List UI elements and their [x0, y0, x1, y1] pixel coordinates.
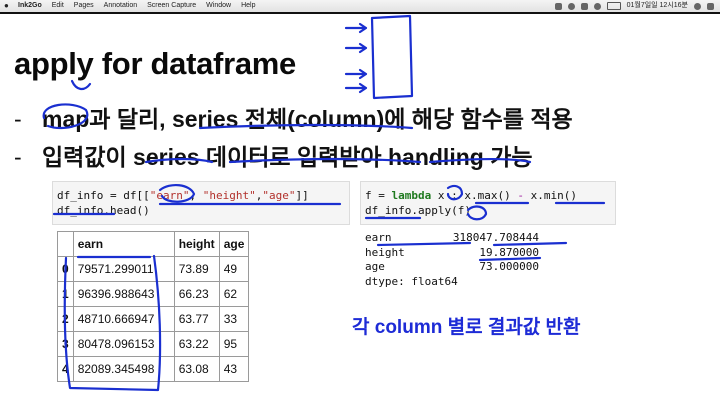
menu-app-name[interactable]: Ink2Go [18, 0, 42, 12]
cell-height: 63.08 [173, 356, 220, 382]
table-row: 4 82089.345498 63.08 43 [57, 356, 250, 382]
cell-age: 95 [218, 331, 250, 357]
battery-icon[interactable] [606, 2, 621, 10]
row-index: 3 [57, 331, 74, 357]
menu-clock[interactable]: 01월7일일 12시16분 [627, 0, 688, 12]
ink-arrow-stroke [344, 68, 368, 80]
code-string: "height" [202, 189, 256, 202]
code-token: x : x.max() [431, 189, 518, 202]
spotlight-search-icon[interactable] [694, 2, 701, 10]
menu-screen-capture[interactable]: Screen Capture [147, 0, 196, 12]
row-index: 4 [57, 356, 74, 382]
column-header-index [57, 231, 74, 257]
code-line: df_info.apply(f) [365, 204, 471, 217]
table-header-row: earn height age [57, 231, 250, 257]
menu-annotation[interactable]: Annotation [104, 0, 137, 12]
output-row: dtype: float64 [365, 275, 545, 290]
column-header-height: height [173, 231, 220, 257]
table-row: 3 80478.096153 63.22 95 [57, 331, 250, 357]
menu-window[interactable]: Window [206, 0, 231, 12]
ink-underline-stroke [70, 79, 92, 91]
output-dtype: dtype: float64 [365, 274, 458, 288]
cell-age: 43 [218, 356, 250, 382]
wifi-icon[interactable] [593, 2, 601, 10]
output-value: 73.000000 [479, 260, 539, 273]
cell-age: 62 [218, 281, 250, 307]
output-row: age 73.000000 [365, 260, 545, 275]
ink-arrow-stroke [344, 42, 368, 54]
output-row: earn 318047.708444 [365, 231, 545, 246]
code-token: , [189, 189, 203, 202]
code-keyword: lambda [391, 189, 432, 202]
bullet-text: map과 달리, series 전체(column)에 해당 함수를 적용 [42, 106, 573, 132]
bullet-item: - 입력값이 series 데이터로 입력받아 handling 가능 [14, 138, 533, 172]
code-cell-right: f = lambda x : x.max() - x.min() df_info… [360, 181, 616, 225]
code-line: df_info.head() [57, 204, 150, 217]
cell-height: 66.23 [173, 281, 220, 307]
code-cell-left: df_info = df[["earn", "height","age"]] d… [52, 181, 350, 225]
code-string: "earn" [149, 189, 190, 202]
code-token: x.min() [523, 189, 577, 202]
apply-output: earn 318047.708444 height 19.870000 age 73.… [365, 231, 545, 289]
output-key: earn [365, 231, 392, 244]
code-line: f = lambda x : x.max() - x.min() [365, 189, 577, 202]
menu-help[interactable]: Help [241, 0, 255, 12]
cell-age: 33 [218, 306, 250, 332]
cell-age: 49 [218, 256, 250, 282]
cell-earn: 80478.096153 [72, 331, 175, 357]
display-icon[interactable] [580, 2, 588, 10]
column-header-age: age [218, 231, 250, 257]
code-string: "age" [262, 189, 296, 202]
table-row: 0 79571.299011 73.89 49 [57, 256, 250, 282]
output-key: height [365, 245, 405, 259]
menu-edit[interactable]: Edit [52, 0, 64, 12]
ink-arrow-stroke [344, 82, 368, 94]
output-value: 19.870000 [479, 245, 539, 259]
code-token: df_info = df[[ [57, 189, 150, 202]
menu-items: Ink2Go Edit Pages Annotation Screen Capt… [18, 0, 255, 12]
code-operator: - [517, 189, 524, 202]
handwritten-note: 각 column 별로 결과값 반환 [352, 317, 581, 338]
app-tray-icon[interactable] [554, 2, 562, 10]
dataframe-table: earn height age 0 79571.299011 73.89 49 … [57, 231, 250, 382]
cell-earn: 96396.988643 [72, 281, 175, 307]
slide-title: apply for dataframe [14, 46, 296, 81]
row-index: 0 [57, 256, 74, 282]
bullet-text: 입력값이 series 데이터로 입력받아 handling 가능 [42, 144, 533, 170]
output-row: height 19.870000 [365, 246, 545, 261]
record-icon[interactable] [567, 2, 575, 10]
bullet-item: - map과 달리, series 전체(column)에 해당 함수를 적용 [14, 100, 573, 134]
ink-arrow-stroke [344, 22, 368, 34]
notification-center-icon[interactable] [707, 2, 714, 10]
ink-bracket-stroke [370, 14, 414, 100]
code-line: df_info = df[["earn", "height","age"]] [57, 189, 309, 202]
code-token: ]] [295, 189, 309, 202]
cell-earn: 82089.345498 [72, 356, 175, 382]
row-index: 2 [57, 306, 74, 332]
status-tray: 01월7일일 12시16분 [554, 0, 714, 12]
bullet-dash: - [14, 106, 22, 132]
window-top-border [0, 12, 720, 14]
column-header-earn: earn [72, 231, 175, 257]
cell-height: 63.77 [173, 306, 220, 332]
cell-height: 73.89 [173, 256, 220, 282]
output-value: 318047.708444 [452, 231, 539, 244]
output-key: age [365, 260, 385, 273]
row-index: 1 [57, 281, 74, 307]
apple-menu-icon[interactable]: ● [4, 0, 9, 12]
table-row: 2 48710.666947 63.77 33 [57, 306, 250, 332]
menu-pages[interactable]: Pages [74, 0, 94, 12]
cell-height: 63.22 [173, 331, 220, 357]
bullet-dash: - [14, 144, 22, 170]
cell-earn: 79571.299011 [72, 256, 175, 282]
table-row: 1 96396.988643 66.23 62 [57, 281, 250, 307]
cell-earn: 48710.666947 [72, 306, 175, 332]
code-token: f = [365, 189, 392, 202]
